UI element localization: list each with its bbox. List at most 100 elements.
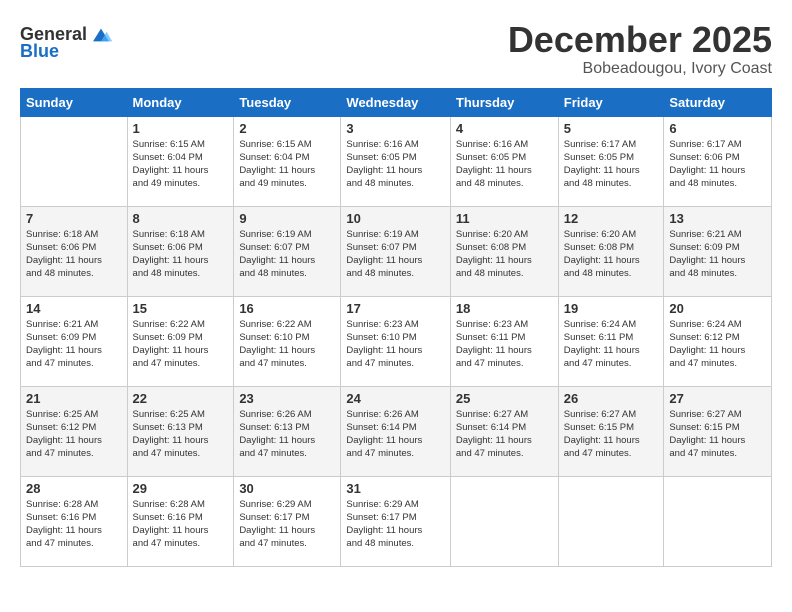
week-row-4: 28 Sunrise: 6:28 AM Sunset: 6:16 PM Dayli… (21, 476, 772, 566)
day-cell (21, 116, 128, 206)
header-cell-thursday: Thursday (450, 88, 558, 116)
day-number: 21 (26, 391, 122, 406)
day-cell: 11 Sunrise: 6:20 AM Sunset: 6:08 PM Dayli… (450, 206, 558, 296)
day-number: 14 (26, 301, 122, 316)
day-info: Sunrise: 6:23 AM Sunset: 6:11 PM Dayligh… (456, 318, 553, 371)
day-info: Sunrise: 6:20 AM Sunset: 6:08 PM Dayligh… (456, 228, 553, 281)
day-cell: 30 Sunrise: 6:29 AM Sunset: 6:17 PM Dayli… (234, 476, 341, 566)
day-number: 1 (133, 121, 229, 136)
day-info: Sunrise: 6:22 AM Sunset: 6:10 PM Dayligh… (239, 318, 335, 371)
day-cell (558, 476, 664, 566)
month-title: December 2025 (508, 20, 772, 60)
day-number: 17 (346, 301, 444, 316)
day-cell: 10Sunrise: 6:19 AM Sunset: 6:07 PM Dayli… (341, 206, 450, 296)
day-number: 30 (239, 481, 335, 496)
day-info: Sunrise: 6:25 AM Sunset: 6:13 PM Dayligh… (133, 408, 229, 461)
day-number: 13 (669, 211, 766, 226)
header-cell-wednesday: Wednesday (341, 88, 450, 116)
day-info: Sunrise: 6:23 AM Sunset: 6:10 PM Dayligh… (346, 318, 444, 371)
day-cell: 23Sunrise: 6:26 AM Sunset: 6:13 PM Dayli… (234, 386, 341, 476)
day-info: Sunrise: 6:24 AM Sunset: 6:11 PM Dayligh… (564, 318, 659, 371)
day-number: 12 (564, 211, 659, 226)
day-number: 4 (456, 121, 553, 136)
day-info: Sunrise: 6:25 AM Sunset: 6:12 PM Dayligh… (26, 408, 122, 461)
day-number: 15 (133, 301, 229, 316)
day-cell (450, 476, 558, 566)
day-number: 20 (669, 301, 766, 316)
header-cell-sunday: Sunday (21, 88, 128, 116)
day-info: Sunrise: 6:29 AM Sunset: 6:17 PM Dayligh… (239, 498, 335, 551)
day-number: 5 (564, 121, 659, 136)
day-info: Sunrise: 6:22 AM Sunset: 6:09 PM Dayligh… (133, 318, 229, 371)
header-cell-friday: Friday (558, 88, 664, 116)
day-info: Sunrise: 6:21 AM Sunset: 6:09 PM Dayligh… (669, 228, 766, 281)
day-number: 24 (346, 391, 444, 406)
day-cell: 7 Sunrise: 6:18 AM Sunset: 6:06 PM Daylig… (21, 206, 128, 296)
day-cell: 3 Sunrise: 6:16 AM Sunset: 6:05 PM Daylig… (341, 116, 450, 206)
day-cell: 8Sunrise: 6:18 AM Sunset: 6:06 PM Daylig… (127, 206, 234, 296)
day-info: Sunrise: 6:21 AM Sunset: 6:09 PM Dayligh… (26, 318, 122, 371)
day-info: Sunrise: 6:20 AM Sunset: 6:08 PM Dayligh… (564, 228, 659, 281)
day-cell (664, 476, 772, 566)
header-cell-tuesday: Tuesday (234, 88, 341, 116)
day-cell: 22 Sunrise: 6:25 AM Sunset: 6:13 PM Dayli… (127, 386, 234, 476)
header-row: SundayMondayTuesdayWednesdayThursdayFrid… (21, 88, 772, 116)
day-info: Sunrise: 6:26 AM Sunset: 6:14 PM Dayligh… (346, 408, 444, 461)
day-cell: 24 Sunrise: 6:26 AM Sunset: 6:14 PM Dayli… (341, 386, 450, 476)
day-info: Sunrise: 6:15 AM Sunset: 6:04 PM Dayligh… (133, 138, 229, 191)
day-number: 29 (133, 481, 229, 496)
location-title: Bobeadougou, Ivory Coast (508, 60, 772, 78)
day-number: 26 (564, 391, 659, 406)
day-number: 6 (669, 121, 766, 136)
day-info: Sunrise: 6:16 AM Sunset: 6:05 PM Dayligh… (346, 138, 444, 191)
day-cell: 20 Sunrise: 6:24 AM Sunset: 6:12 PM Dayli… (664, 296, 772, 386)
day-cell: 25 Sunrise: 6:27 AM Sunset: 6:14 PM Dayli… (450, 386, 558, 476)
day-cell: 18 Sunrise: 6:23 AM Sunset: 6:11 PM Dayli… (450, 296, 558, 386)
day-cell: 13 Sunrise: 6:21 AM Sunset: 6:09 PM Dayli… (664, 206, 772, 296)
day-info: Sunrise: 6:15 AM Sunset: 6:04 PM Dayligh… (239, 138, 335, 191)
day-number: 2 (239, 121, 335, 136)
day-number: 25 (456, 391, 553, 406)
day-info: Sunrise: 6:28 AM Sunset: 6:16 PM Dayligh… (26, 498, 122, 551)
day-cell: 4Sunrise: 6:16 AM Sunset: 6:05 PM Daylig… (450, 116, 558, 206)
day-info: Sunrise: 6:24 AM Sunset: 6:12 PM Dayligh… (669, 318, 766, 371)
day-cell: 17 Sunrise: 6:23 AM Sunset: 6:10 PM Dayli… (341, 296, 450, 386)
week-row-2: 14 Sunrise: 6:21 AM Sunset: 6:09 PM Dayli… (21, 296, 772, 386)
day-number: 31 (346, 481, 444, 496)
day-info: Sunrise: 6:18 AM Sunset: 6:06 PM Dayligh… (26, 228, 122, 281)
day-cell: 14 Sunrise: 6:21 AM Sunset: 6:09 PM Dayli… (21, 296, 128, 386)
day-number: 19 (564, 301, 659, 316)
week-row-1: 7 Sunrise: 6:18 AM Sunset: 6:06 PM Daylig… (21, 206, 772, 296)
day-info: Sunrise: 6:27 AM Sunset: 6:15 PM Dayligh… (669, 408, 766, 461)
day-cell: 31Sunrise: 6:29 AM Sunset: 6:17 PM Dayli… (341, 476, 450, 566)
day-info: Sunrise: 6:28 AM Sunset: 6:16 PM Dayligh… (133, 498, 229, 551)
day-number: 3 (346, 121, 444, 136)
day-number: 27 (669, 391, 766, 406)
header: General Blue December 2025 Bobeadougou, … (20, 20, 772, 78)
day-cell: 5 Sunrise: 6:17 AM Sunset: 6:05 PM Daylig… (558, 116, 664, 206)
day-info: Sunrise: 6:27 AM Sunset: 6:15 PM Dayligh… (564, 408, 659, 461)
day-cell: 12 Sunrise: 6:20 AM Sunset: 6:08 PM Dayli… (558, 206, 664, 296)
day-cell: 9 Sunrise: 6:19 AM Sunset: 6:07 PM Daylig… (234, 206, 341, 296)
header-cell-saturday: Saturday (664, 88, 772, 116)
day-number: 11 (456, 211, 553, 226)
day-cell: 6 Sunrise: 6:17 AM Sunset: 6:06 PM Daylig… (664, 116, 772, 206)
day-info: Sunrise: 6:17 AM Sunset: 6:06 PM Dayligh… (669, 138, 766, 191)
day-info: Sunrise: 6:19 AM Sunset: 6:07 PM Dayligh… (239, 228, 335, 281)
day-number: 18 (456, 301, 553, 316)
day-cell: 21 Sunrise: 6:25 AM Sunset: 6:12 PM Dayli… (21, 386, 128, 476)
day-cell: 28 Sunrise: 6:28 AM Sunset: 6:16 PM Dayli… (21, 476, 128, 566)
day-number: 22 (133, 391, 229, 406)
day-info: Sunrise: 6:26 AM Sunset: 6:13 PM Dayligh… (239, 408, 335, 461)
day-number: 28 (26, 481, 122, 496)
header-cell-monday: Monday (127, 88, 234, 116)
day-number: 7 (26, 211, 122, 226)
day-cell: 16Sunrise: 6:22 AM Sunset: 6:10 PM Dayli… (234, 296, 341, 386)
day-number: 9 (239, 211, 335, 226)
day-cell: 1 Sunrise: 6:15 AM Sunset: 6:04 PM Daylig… (127, 116, 234, 206)
logo: General Blue (20, 24, 113, 62)
day-info: Sunrise: 6:17 AM Sunset: 6:05 PM Dayligh… (564, 138, 659, 191)
title-area: December 2025 Bobeadougou, Ivory Coast (508, 20, 772, 78)
week-row-0: 1 Sunrise: 6:15 AM Sunset: 6:04 PM Daylig… (21, 116, 772, 206)
day-info: Sunrise: 6:27 AM Sunset: 6:14 PM Dayligh… (456, 408, 553, 461)
